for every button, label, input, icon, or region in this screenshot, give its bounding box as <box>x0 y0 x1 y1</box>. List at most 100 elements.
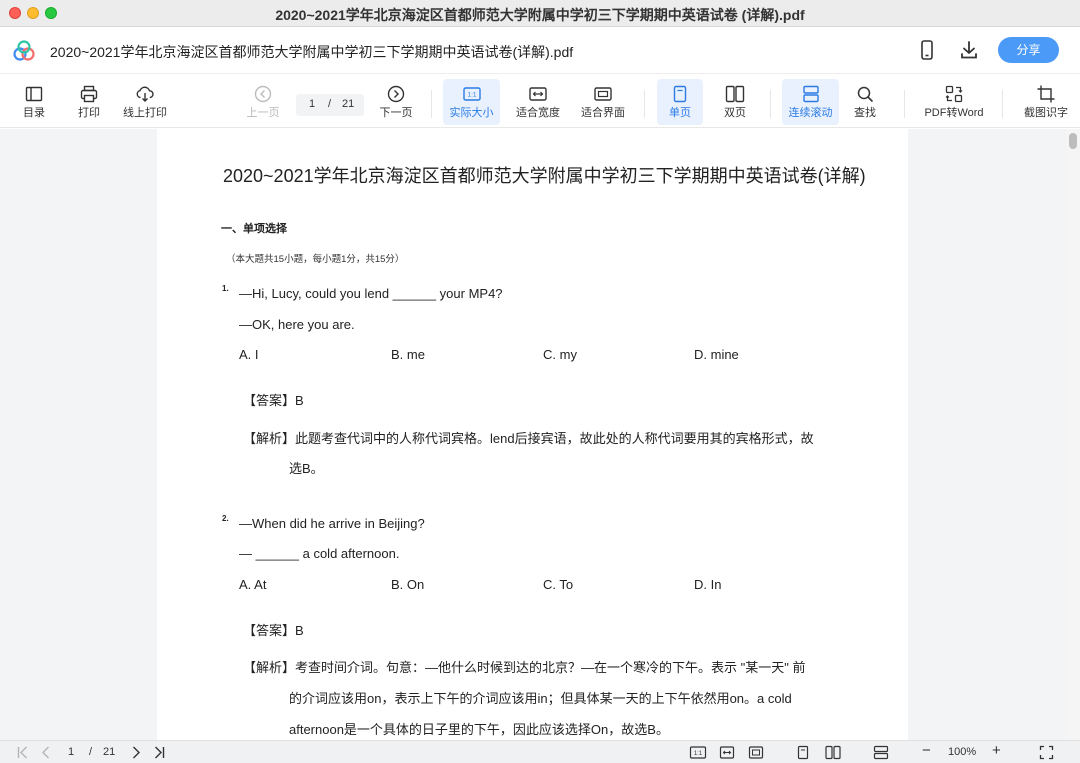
next-page-button[interactable]: 下一页 <box>376 79 416 125</box>
zoom-level[interactable]: 100% <box>948 746 976 761</box>
single-page-icon[interactable] <box>797 745 809 760</box>
prev-page-button[interactable]: 上一页 <box>243 79 283 125</box>
fit-width-button[interactable]: 适合宽度 <box>512 79 564 125</box>
analysis-text: 此题考查代词中的人称代词宾格。lend后接宾语，故此处的人称代词要用其的宾格形式… <box>295 431 814 446</box>
document-heading: 2020~2021学年北京海淀区首都师范大学附属中学初三下学期期中英语试卷(详解… <box>223 166 866 186</box>
option-d: D. In <box>694 577 722 592</box>
analysis-label: 【解析】 <box>243 660 296 675</box>
option-a: A. I <box>239 347 259 362</box>
actual-size-icon: 1:1 <box>462 87 481 101</box>
screenshot-ocr-label: 截图识字 <box>1024 107 1068 119</box>
double-page-label: 双页 <box>724 107 746 119</box>
double-page-button[interactable]: 双页 <box>713 79 757 125</box>
answer-label: 【答案】 <box>243 623 296 638</box>
analysis-text: 考查时间介词。句意：—他什么时候到达的北京？—在一个寒冷的下午。表示 "某一天"… <box>295 660 806 675</box>
print-button[interactable]: 打印 <box>69 79 109 125</box>
option-c: C. my <box>543 347 577 362</box>
toolbar-divider <box>904 90 905 118</box>
toolbar-divider <box>431 90 432 118</box>
share-button[interactable]: 分享 <box>998 37 1059 63</box>
answer-line: 【答案】B <box>243 390 304 409</box>
analysis-label: 【解析】 <box>243 431 296 446</box>
fit-width-icon <box>529 87 547 101</box>
analysis-line: 【解析】考查时间介词。句意：—他什么时候到达的北京？—在一个寒冷的下午。表示 "… <box>243 657 805 676</box>
double-page-icon <box>725 85 745 103</box>
analysis-text: 的介词应该用on，表示上下午的介词应该用in；但具体某一天的上下午依然用on。a… <box>289 691 792 706</box>
double-page-icon[interactable] <box>825 745 841 760</box>
pdf-page: 2020~2021学年北京海淀区首都师范大学附属中学初三下学期期中英语试卷(详解… <box>157 129 908 740</box>
question-line: —When did he arrive in Beijing? <box>239 516 425 531</box>
download-icon[interactable] <box>958 39 980 61</box>
document-title: 2020~2021学年北京海淀区首都师范大学附属中学初三下学期期中英语试卷(详解… <box>50 44 574 60</box>
vertical-scrollbar[interactable] <box>1066 129 1080 740</box>
answer-label: 【答案】 <box>243 393 296 408</box>
question-number: 2. <box>222 514 229 523</box>
section-title: 一、单项选择 <box>221 223 287 235</box>
continuous-scroll-icon[interactable] <box>873 745 889 760</box>
analysis-text: 选B。 <box>289 461 324 476</box>
toolbar-divider <box>1002 90 1003 118</box>
pdf-to-word-button[interactable]: PDF转Word <box>920 79 988 125</box>
question-number: 1. <box>222 284 229 293</box>
zoom-in-button[interactable]: + <box>992 742 1001 759</box>
continuous-scroll-button[interactable]: 连续滚动 <box>782 79 839 125</box>
toolbar-divider <box>644 90 645 118</box>
app-logo-icon <box>13 40 35 61</box>
page-current[interactable]: 1 <box>309 98 315 110</box>
continuous-scroll-icon <box>802 85 819 103</box>
toolbar: 目录 打印 线上打印 上一页 1 / 21 下一页 1:1 实际大小 适合宽度 … <box>0 75 1080 128</box>
single-page-button[interactable]: 单页 <box>657 79 703 125</box>
bottom-page-separator: / <box>89 746 93 758</box>
page-separator: / <box>328 98 332 110</box>
analysis-text: afternoon是一个具体的日子里的下午，因此应该选择On，故选B。 <box>289 722 669 737</box>
search-icon <box>857 86 873 102</box>
next-page-label: 下一页 <box>379 107 413 119</box>
option-d: D. mine <box>694 347 739 362</box>
online-print-button[interactable]: 线上打印 <box>119 79 171 125</box>
question-line: — ______ a cold afternoon. <box>239 546 400 561</box>
bottom-bar: 1 / 21 1:1 − 100% + <box>0 740 1080 763</box>
fit-page-button[interactable]: 适合界面 <box>577 79 629 125</box>
find-button[interactable]: 查找 <box>845 79 885 125</box>
toc-button[interactable]: 目录 <box>14 79 54 125</box>
first-page-icon[interactable] <box>16 745 30 760</box>
phone-icon[interactable] <box>916 39 938 61</box>
next-page-icon[interactable] <box>130 745 142 760</box>
option-b: B. me <box>391 347 425 362</box>
pdf-to-word-label: PDF转Word <box>924 107 984 119</box>
fit-page-icon <box>594 87 612 101</box>
bottom-page-current[interactable]: 1 <box>68 746 74 761</box>
app-header: 2020~2021学年北京海淀区首都师范大学附属中学初三下学期期中英语试卷(详解… <box>0 27 1080 74</box>
question-line: —Hi, Lucy, could you lend ______ your MP… <box>239 286 503 301</box>
last-page-icon[interactable] <box>152 745 166 760</box>
actual-size-label: 实际大小 <box>449 107 494 119</box>
fit-width-icon[interactable] <box>719 745 735 760</box>
toc-label: 目录 <box>23 107 45 119</box>
prev-page-icon[interactable] <box>40 745 52 760</box>
answer-value: B <box>295 623 304 638</box>
fullscreen-icon[interactable] <box>1039 745 1054 760</box>
cloud-print-icon <box>136 86 154 102</box>
bottom-page-total: 21 <box>103 746 116 758</box>
window-title: 2020~2021学年北京海淀区首都师范大学附属中学初三下学期期中英语试卷 (详… <box>275 7 805 23</box>
section-note: （本大题共15小题，每小题1分，共15分） <box>226 254 405 265</box>
question-line: —OK, here you are. <box>239 317 355 332</box>
answer-line: 【答案】B <box>243 620 304 639</box>
page-total: 21 <box>342 98 355 110</box>
chevron-right-icon <box>387 85 405 103</box>
fit-page-icon[interactable] <box>748 745 764 760</box>
crop-icon <box>1037 85 1055 103</box>
zoom-out-button[interactable]: − <box>922 742 931 759</box>
svg-text:1:1: 1:1 <box>467 92 476 99</box>
document-viewer[interactable]: 2020~2021学年北京海淀区首都师范大学附属中学初三下学期期中英语试卷(详解… <box>0 129 1080 740</box>
actual-size-icon[interactable]: 1:1 <box>689 745 707 760</box>
scrollbar-thumb[interactable] <box>1069 133 1077 149</box>
option-b: B. On <box>391 577 425 592</box>
convert-icon <box>945 85 963 103</box>
actual-size-button[interactable]: 1:1 实际大小 <box>443 79 500 125</box>
screenshot-ocr-button[interactable]: 截图识字 <box>1020 79 1072 125</box>
page-indicator[interactable]: 1 / 21 <box>296 94 364 116</box>
option-c: C. To <box>543 577 574 592</box>
prev-page-label: 上一页 <box>246 107 280 119</box>
fit-page-label: 适合界面 <box>581 107 625 119</box>
